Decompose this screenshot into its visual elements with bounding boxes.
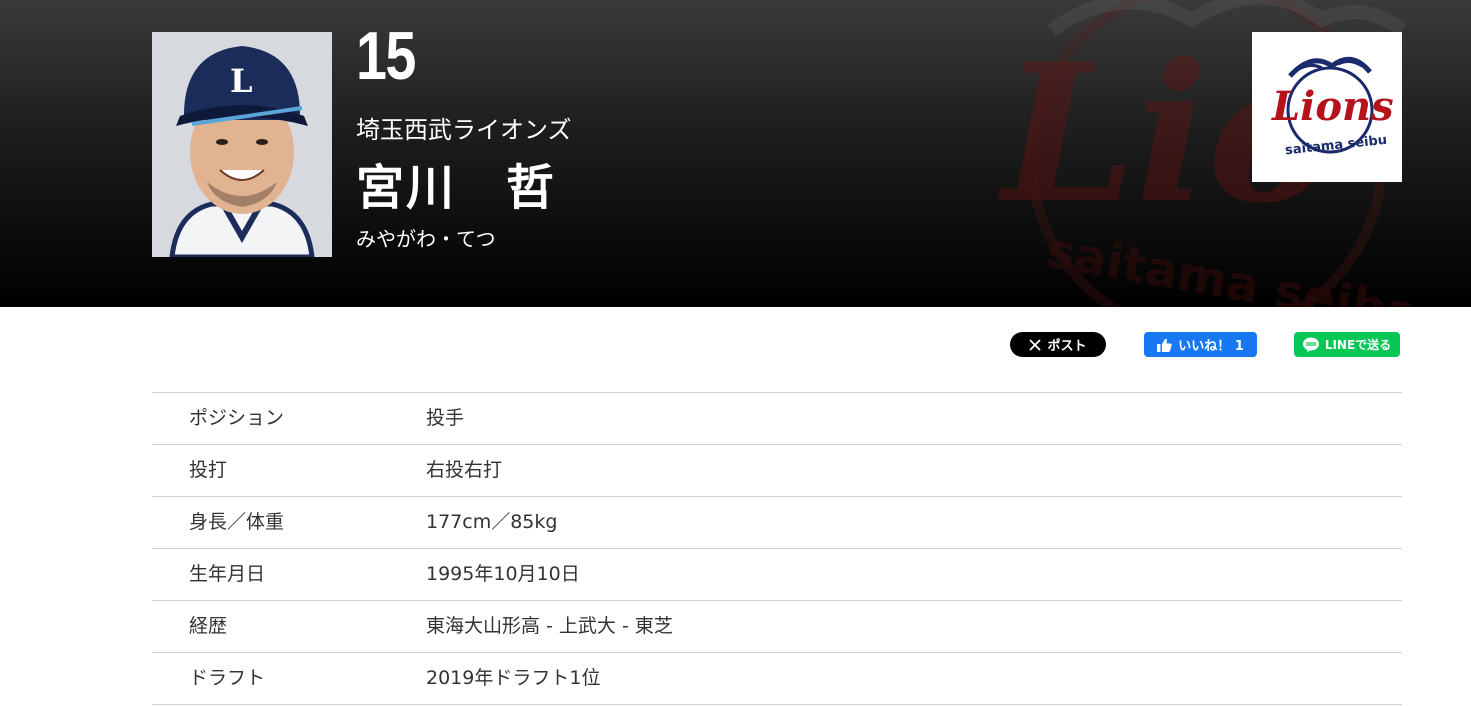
team-logo-wordmark: Lions [1271,83,1394,130]
line-share-label: LINEで送る [1324,338,1392,352]
profile-label: 経歴 [189,615,228,637]
x-post-label: ポスト [1047,339,1087,354]
x-post-button[interactable]: ポスト [1010,332,1106,357]
team-logo[interactable]: Lions saitama seibu [1252,32,1402,182]
profile-label: ポジション [189,407,285,429]
profile-row-birthdate: 生年月日 1995年10月10日 [152,549,1402,601]
profile-label: 投打 [189,459,228,481]
profile-value: 右投右打 [426,459,503,481]
profile-row-position: ポジション 投手 [152,393,1402,445]
player-photo: L [152,32,332,257]
line-icon [1302,337,1319,352]
player-profile-table: ポジション 投手 投打 右投右打 身長／体重 177cm／85kg 生年月日 1… [152,392,1402,705]
player-header-inner: Lio saitama seiba L 15 埼玉西武ライオンズ 宮川 哲 みや [152,0,1422,307]
team-name: 埼玉西武ライオンズ [356,116,572,144]
profile-value: 1995年10月10日 [426,563,580,585]
facebook-like-button[interactable]: いいね！ 1 [1144,332,1257,357]
uniform-number: 15 [356,18,416,94]
line-share-button[interactable]: LINEで送る [1294,332,1400,357]
player-name-kana: みやがわ・てつ [356,227,496,251]
profile-value: 2019年ドラフト1位 [426,667,601,689]
profile-value: 177cm／85kg [426,511,558,533]
profile-row-height-weight: 身長／体重 177cm／85kg [152,497,1402,549]
profile-label: ドラフト [189,667,266,689]
facebook-like-label: いいね！ 1 [1178,339,1244,354]
profile-value: 投手 [426,407,465,429]
profile-label: 生年月日 [189,563,266,585]
svg-text:L: L [230,62,253,100]
player-header: Lio saitama seiba L 15 埼玉西武ライオンズ 宮川 哲 みや [0,0,1471,307]
profile-row-career: 経歴 東海大山形高 - 上武大 - 東芝 [152,601,1402,653]
thumbs-up-icon [1157,338,1172,352]
player-name: 宮川 哲 [356,160,557,216]
profile-value: 東海大山形高 - 上武大 - 東芝 [426,615,673,637]
profile-label: 身長／体重 [189,511,285,533]
x-icon [1029,338,1042,351]
profile-row-bats-throws: 投打 右投右打 [152,445,1402,497]
profile-row-draft: ドラフト 2019年ドラフト1位 [152,653,1402,705]
